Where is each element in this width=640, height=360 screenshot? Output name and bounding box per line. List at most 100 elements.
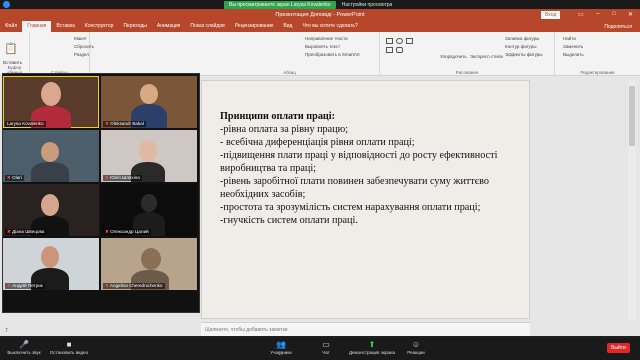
participants-button[interactable]: 👥27 Участники: [266, 340, 296, 356]
ribbon: 📋 Вставить Буфер обмена Макет Сбросить Р…: [0, 32, 640, 76]
editing-label: Редактирование: [580, 70, 615, 75]
participant-tile[interactable]: ✖ Oleksandr Bakal: [101, 76, 197, 128]
paragraph-label: Абзац: [283, 70, 296, 75]
select-button[interactable]: Выделить: [563, 52, 584, 57]
close-icon[interactable]: ✕: [628, 11, 633, 18]
participant-name: ✖ Oleksandr Bakal: [103, 121, 146, 127]
participant-name-text: Юлія Шляхіна: [110, 175, 140, 180]
participant-tile[interactable]: ✖ Олександр Цалий: [101, 184, 197, 236]
shape-fill-button[interactable]: Заливка фигуры: [505, 36, 539, 41]
tab-review[interactable]: Рецензирование: [230, 21, 279, 32]
replace-button[interactable]: Заменить: [563, 44, 583, 49]
tab-animations[interactable]: Анимация: [152, 21, 185, 32]
participant-tile[interactable]: ✖ Angelina Cherednichenko: [101, 238, 197, 290]
participant-name: ✖ Діана Швецова: [5, 229, 47, 235]
ribbon-tabs: Файл Главная Вставка Конструктор Переход…: [0, 21, 640, 32]
tab-view[interactable]: Вид: [278, 21, 297, 32]
tab-home[interactable]: Главная: [22, 21, 52, 32]
share-status: Вы просматриваете экран Larysa Kovalenko: [224, 0, 336, 9]
share-screen-button[interactable]: ⬆ Демонстрация экрана: [344, 340, 400, 355]
notes-pane[interactable]: Щелкните, чтобы добавить заметки: [201, 322, 530, 336]
share-button[interactable]: Поделиться: [604, 24, 640, 30]
share-screen-icon: ⬆: [368, 340, 376, 349]
shape-effects-button[interactable]: Эффекты фигуры: [505, 52, 543, 57]
rectangle-shape-icon[interactable]: [386, 38, 393, 44]
slide-canvas[interactable]: Принципи оплати праці: -рівна оплата за …: [201, 80, 530, 319]
minimize-icon[interactable]: –: [596, 11, 599, 17]
slide-text-box[interactable]: Принципи оплати праці: -рівна оплата за …: [220, 110, 525, 227]
find-button[interactable]: Найти: [563, 36, 576, 41]
participant-tile[interactable]: Larysa Kovalenko: [3, 76, 99, 128]
editing-group: Найти Заменить Выделить Редактирование: [555, 32, 640, 76]
reactions-label: Реакции: [407, 350, 425, 355]
slide-line: -гнучкість систем оплати праці.: [220, 215, 358, 226]
rounded-shape-icon[interactable]: [396, 47, 403, 53]
vertical-scrollbar[interactable]: [628, 80, 636, 320]
slide-number: 7: [5, 328, 8, 334]
smartart-button[interactable]: Преобразовать в SmartArt: [305, 52, 360, 57]
notes-placeholder: Щелкните, чтобы добавить заметки: [205, 327, 288, 333]
mute-button[interactable]: 🎤 Выключить звук: [4, 340, 44, 355]
layout-button[interactable]: Макет: [74, 36, 87, 41]
tell-me-input[interactable]: Что вы хотите сделать?: [297, 21, 362, 32]
microphone-icon: 🎤: [19, 340, 29, 349]
tab-file[interactable]: Файл: [0, 21, 22, 32]
video-button[interactable]: ■ Остановить видео: [46, 340, 92, 355]
shape-outline-button[interactable]: Контур фигуры: [505, 44, 536, 49]
chat-button[interactable]: ▭ Чат: [316, 340, 336, 355]
drawing-group: Упорядочить Экспресс-стили Заливка фигур…: [380, 32, 555, 76]
maximize-icon[interactable]: □: [612, 11, 616, 17]
participant-face: [41, 142, 59, 162]
share-banner: Вы просматриваете экран Larysa Kovalenko…: [224, 0, 392, 9]
slide-line: -рівна оплата за рівну працю;: [220, 124, 349, 135]
participant-tile[interactable]: ✖ Юлія Шляхіна: [101, 130, 197, 182]
arrange-button[interactable]: Упорядочить: [440, 54, 467, 59]
chat-label: Чат: [322, 350, 330, 355]
participant-tile[interactable]: ✖ Андрій Петрик: [3, 238, 99, 290]
align-text-button[interactable]: Выровнять текст: [305, 44, 340, 49]
reactions-button[interactable]: ☺ Реакции: [404, 340, 428, 355]
participant-tile[interactable]: ✖ Olari: [3, 130, 99, 182]
scroll-thumb[interactable]: [629, 86, 635, 146]
view-options-button[interactable]: Настройки просмотра: [342, 2, 393, 8]
participant-name-text: Oleksandr Bakal: [110, 121, 144, 126]
reactions-icon: ☺: [411, 340, 421, 349]
chat-icon: ▭: [322, 340, 330, 349]
paste-icon[interactable]: 📋: [4, 42, 18, 55]
textbox-shape-icon[interactable]: [406, 38, 413, 44]
participant-tile[interactable]: ✖ Діана Швецова: [3, 184, 99, 236]
participant-face: [41, 194, 59, 216]
participants-icon: 👥27: [276, 340, 286, 356]
tab-transitions[interactable]: Переходы: [118, 21, 151, 32]
camera-icon: ■: [66, 340, 72, 349]
restore-icon[interactable]: ▭: [578, 11, 584, 18]
section-button[interactable]: Раздел: [74, 52, 89, 57]
zoom-video-gallery: Larysa Kovalenko ✖ Oleksandr Bakal ✖ Ola…: [2, 73, 200, 313]
tab-design[interactable]: Конструктор: [80, 21, 119, 32]
clipboard-group: 📋 Вставить Буфер обмена: [0, 32, 30, 76]
share-screen-label: Демонстрация экрана: [349, 350, 395, 355]
line-shape-icon[interactable]: [386, 47, 393, 53]
shield-icon: [3, 1, 10, 8]
participant-name-text: Angelina Cherednichenko: [109, 283, 163, 288]
participant-name-text: Діана Швецова: [12, 229, 45, 234]
slide-line: - всебічна диференціація рівня оплати пр…: [220, 137, 415, 148]
participant-face: [139, 140, 157, 162]
slide-line: -простота та зрозумілість систем нарахув…: [220, 202, 481, 213]
participant-name: ✖ Юлія Шляхіна: [103, 175, 142, 181]
participant-face: [141, 194, 157, 212]
signin-button[interactable]: Вход: [541, 11, 561, 19]
tab-slideshow[interactable]: Показ слайдов: [185, 21, 229, 32]
participant-face: [141, 248, 161, 270]
participants-label: Участники: [270, 350, 292, 355]
leave-meeting-button[interactable]: Выйти: [607, 343, 630, 353]
participant-name-text: Олександр Цалий: [110, 229, 149, 234]
text-direction-button[interactable]: Направление текста: [305, 36, 348, 41]
tab-insert[interactable]: Вставка: [51, 21, 80, 32]
participant-name: ✖ Olari: [5, 175, 24, 181]
oval-shape-icon[interactable]: [396, 38, 403, 44]
ppt-title-bar: Презентация Доповіді - PowerPoint Вход ▭…: [0, 9, 640, 21]
participant-name-text: Olari: [12, 175, 22, 180]
quick-styles-button[interactable]: Экспресс-стили: [470, 54, 503, 59]
reset-button[interactable]: Сбросить: [74, 44, 94, 49]
